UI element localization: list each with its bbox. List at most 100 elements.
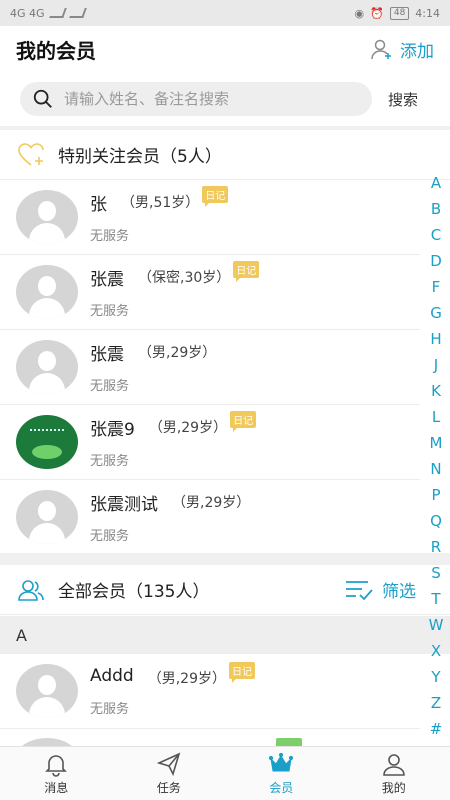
all-members-header: 全部会员（135人） 筛选 (0, 565, 450, 615)
filter-button[interactable]: 筛选 (344, 577, 416, 602)
index-letter[interactable]: Q (430, 508, 442, 534)
index-letter[interactable]: H (430, 326, 441, 352)
search-input[interactable] (64, 90, 344, 108)
tab-mine[interactable]: 我的 (338, 747, 450, 800)
filter-label: 筛选 (382, 582, 416, 602)
avatar (16, 490, 78, 544)
member-item[interactable]: 张震 （男,29岁） 无服务 (0, 330, 420, 405)
page-title: 我的会员 (16, 38, 96, 63)
tab-messages[interactable]: 消息 (0, 747, 113, 800)
index-letter[interactable]: R (431, 534, 441, 560)
add-label: 添加 (400, 41, 434, 62)
avatar (16, 664, 78, 718)
index-letter[interactable]: M (430, 430, 443, 456)
member-service-status: 无服务 (90, 529, 130, 544)
member-meta: （保密,30岁） (138, 270, 231, 286)
search-row: 搜索 (0, 72, 450, 126)
diary-tag: 日记 (228, 661, 255, 683)
avatar (16, 415, 78, 469)
signal-text: 4G 4G (10, 6, 45, 20)
diary-tag: 日记 (202, 186, 229, 207)
tab-label: 任务 (156, 781, 181, 795)
member-item[interactable]: 张震 （保密,30岁） 日记 无服务 (0, 255, 420, 330)
eye-icon: ◉ (354, 6, 365, 20)
tab-label: 会员 (269, 781, 294, 795)
member-meta: （男,51岁） (121, 195, 200, 211)
partial-list-item (0, 730, 450, 746)
avatar (16, 190, 78, 244)
avatar (16, 738, 78, 746)
index-letter[interactable]: D (430, 248, 442, 274)
index-letter[interactable]: T (431, 586, 440, 612)
diary-tag: 日记 (230, 411, 257, 432)
index-letter[interactable]: C (431, 222, 441, 248)
users-icon (18, 579, 44, 601)
index-letter[interactable]: F (432, 274, 441, 300)
index-letter[interactable]: S (431, 560, 441, 586)
index-letter[interactable]: X (431, 638, 441, 664)
user-icon (382, 754, 405, 776)
index-letter[interactable]: J (434, 352, 438, 378)
index-letter[interactable]: K (431, 378, 441, 404)
section-divider (0, 553, 450, 565)
tab-label: 我的 (381, 781, 406, 795)
status-bar: 4G 4G ◉ ⏰ 48 4:14 (0, 0, 450, 26)
status-time: 4:14 (415, 6, 440, 20)
member-service-status: 无服务 (90, 701, 130, 717)
tab-tasks[interactable]: 任务 (113, 747, 226, 800)
add-user-icon (371, 39, 391, 60)
member-meta: （男,29岁） (147, 670, 226, 687)
member-item[interactable]: 张震9 （男,29岁） 日记 无服务 (0, 405, 420, 480)
search-icon (33, 89, 52, 108)
member-name: 张 (90, 195, 107, 215)
member-name: 张震 (90, 270, 124, 290)
paper-plane-icon (156, 752, 181, 777)
member-meta: （男,29岁） (148, 420, 228, 436)
index-letter[interactable]: Z (431, 690, 441, 716)
group-letter-header: A (0, 616, 450, 654)
tag-badge (276, 738, 302, 746)
member-name: 张震9 (90, 420, 135, 440)
crown-icon (269, 752, 294, 772)
member-service-status: 无服务 (90, 379, 130, 394)
special-member-list: 张 （男,51岁） 日记 无服务 张震 （保密,30岁） 日记 无服务 张震 （… (0, 180, 420, 555)
signal-icon (48, 8, 67, 18)
app-header: 我的会员 添加 (0, 26, 450, 72)
special-section-title: 特别关注会员（5人） (58, 147, 222, 167)
alarm-icon: ⏰ (370, 6, 384, 20)
member-item[interactable]: Addd （男,29岁） 日记 无服务 (0, 654, 420, 729)
filter-icon (346, 580, 373, 600)
index-letter[interactable]: # (430, 716, 443, 742)
battery-icon: 48 (389, 6, 410, 20)
add-member-button[interactable]: 添加 (370, 37, 434, 62)
index-letter[interactable]: Y (431, 664, 440, 690)
all-member-list: Addd （男,29岁） 日记 无服务 (0, 654, 420, 729)
index-letter[interactable]: N (430, 456, 441, 482)
bottom-tab-bar: 消息 任务 会员 我的 (0, 746, 450, 800)
member-item[interactable]: 张震测试 （男,29岁） 无服务 (0, 480, 420, 555)
search-box[interactable] (20, 82, 372, 116)
index-letter[interactable]: G (430, 300, 442, 326)
special-section-header: 特别关注会员（5人） (0, 130, 450, 180)
index-letter[interactable]: B (431, 196, 441, 222)
member-service-status: 无服务 (90, 304, 130, 319)
avatar (16, 340, 78, 394)
index-letter[interactable]: P (431, 482, 440, 508)
diary-tag: 日记 (233, 261, 260, 282)
index-letter[interactable]: A (431, 170, 441, 196)
member-meta: （男,29岁） (138, 345, 217, 361)
status-right: ◉ ⏰ 48 4:14 (354, 6, 440, 20)
member-name: 张震 (90, 345, 124, 365)
alphabet-index[interactable]: A B C D F G H J K L M N P Q R S T W X Y … (422, 170, 450, 742)
status-left: 4G 4G (10, 6, 87, 20)
search-button[interactable]: 搜索 (388, 89, 418, 110)
heart-plus-icon (18, 142, 44, 166)
tab-label: 消息 (44, 781, 69, 795)
tab-members[interactable]: 会员 (225, 747, 338, 800)
index-letter[interactable]: W (429, 612, 444, 638)
avatar (16, 265, 78, 319)
member-meta: （男,29岁） (172, 495, 251, 511)
index-letter[interactable]: L (432, 404, 440, 430)
member-name: Addd (90, 665, 134, 686)
member-item[interactable]: 张 （男,51岁） 日记 无服务 (0, 180, 420, 255)
